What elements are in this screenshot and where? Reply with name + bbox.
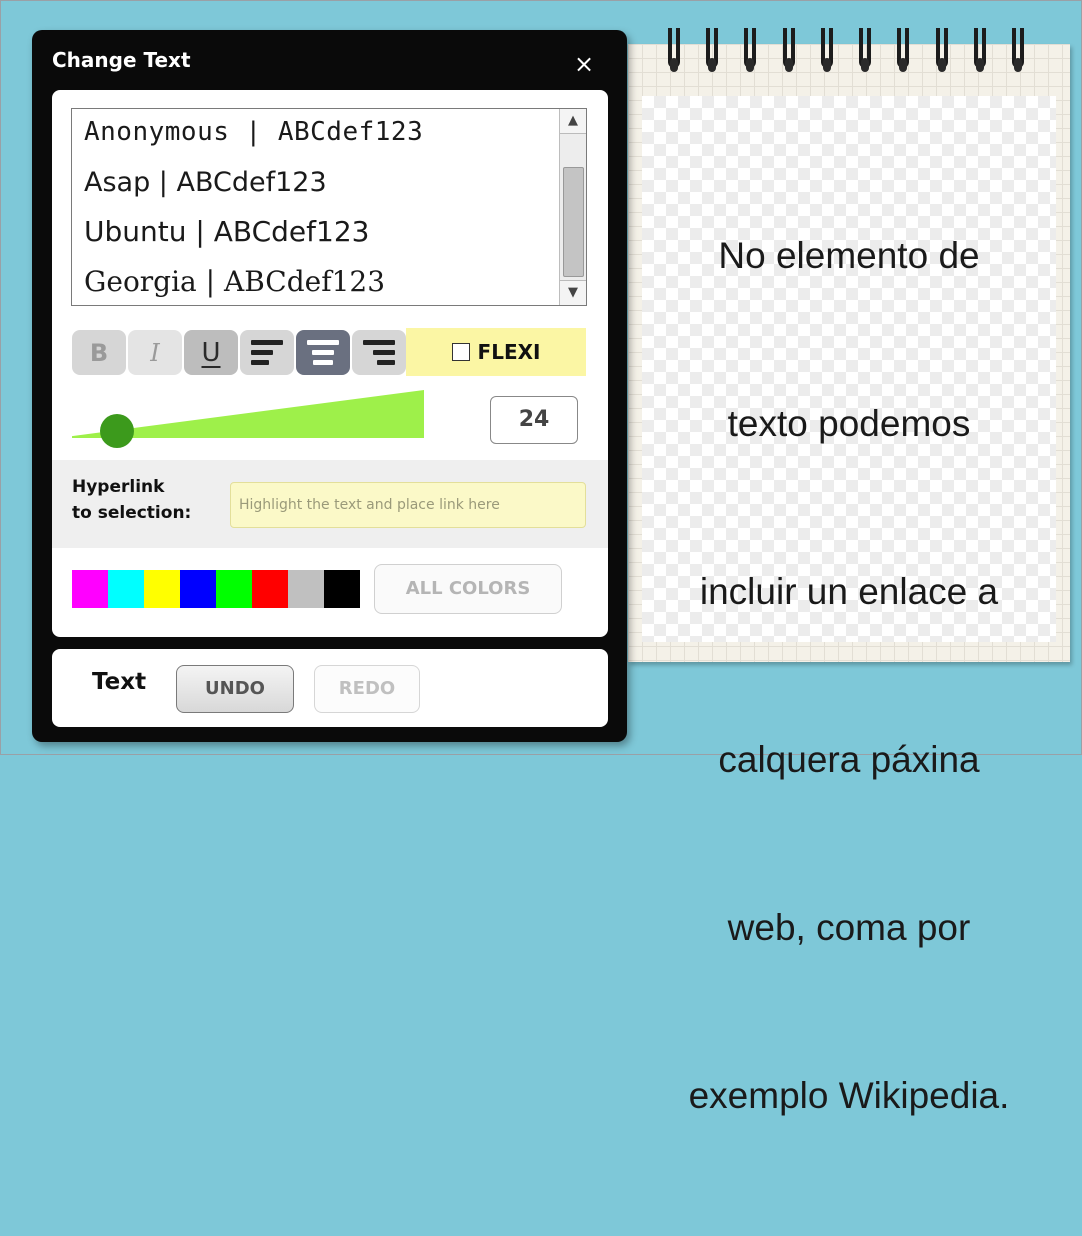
font-size-value[interactable]: 24 bbox=[490, 396, 578, 444]
color-swatch-blue[interactable] bbox=[180, 570, 216, 608]
font-option-asap[interactable]: Asap | ABCdef123 bbox=[84, 167, 327, 198]
redo-button[interactable]: REDO bbox=[314, 665, 420, 713]
scroll-thumb[interactable] bbox=[563, 167, 584, 277]
notepad-text-element[interactable]: No elemento de texto podemos incluir un … bbox=[628, 116, 1070, 1236]
hyperlink-label: Hyperlink to selection: bbox=[72, 474, 222, 526]
spiral-ring bbox=[781, 28, 797, 76]
font-list[interactable]: Anonymous | ABCdef123 Asap | ABCdef123 U… bbox=[71, 108, 587, 306]
hyperlink-section: Hyperlink to selection: bbox=[52, 460, 608, 548]
element-type-label: Text bbox=[92, 669, 147, 695]
color-swatch-magenta[interactable] bbox=[72, 570, 108, 608]
font-option-georgia[interactable]: Georgia | ABCdef123 bbox=[84, 265, 385, 298]
spiral-ring bbox=[704, 28, 720, 76]
bold-button[interactable]: B bbox=[72, 330, 126, 375]
spiral-ring bbox=[819, 28, 835, 76]
font-option-anonymous[interactable]: Anonymous | ABCdef123 bbox=[84, 117, 423, 147]
notepad-text-line: web, coma por bbox=[727, 907, 971, 948]
notepad-canvas: No elemento de texto podemos incluir un … bbox=[628, 28, 1070, 1116]
align-right-button[interactable] bbox=[352, 330, 406, 375]
flexi-toggle[interactable]: FLEXI bbox=[406, 328, 586, 376]
flexi-label: FLEXI bbox=[477, 340, 541, 364]
flexi-checkbox[interactable] bbox=[451, 343, 470, 361]
font-size-slider[interactable] bbox=[72, 390, 432, 450]
italic-button[interactable]: I bbox=[128, 330, 182, 375]
spiral-ring bbox=[666, 28, 682, 76]
notepad-text-line: texto podemos bbox=[727, 403, 971, 444]
color-swatch-black[interactable] bbox=[324, 570, 360, 608]
spiral-binding bbox=[666, 28, 1026, 78]
notepad-text-line: incluir un enlace a bbox=[699, 571, 999, 612]
scroll-up-icon[interactable]: ▲ bbox=[560, 109, 586, 134]
color-swatch-cyan[interactable] bbox=[108, 570, 144, 608]
notepad-text-line: exemplo Wikipedia. bbox=[688, 1075, 1010, 1116]
scroll-down-icon[interactable]: ▼ bbox=[560, 280, 586, 305]
dialog-title: Change Text bbox=[52, 48, 191, 72]
font-list-scrollbar[interactable]: ▲ ▼ bbox=[559, 109, 586, 305]
notepad-text-line: calquera páxina bbox=[718, 739, 980, 780]
hyperlink-label-line: Hyperlink bbox=[72, 477, 165, 497]
align-center-button[interactable] bbox=[296, 330, 350, 375]
spiral-ring bbox=[857, 28, 873, 76]
spiral-ring bbox=[895, 28, 911, 76]
spiral-ring bbox=[742, 28, 758, 76]
spiral-ring bbox=[934, 28, 950, 76]
close-icon[interactable]: × bbox=[570, 50, 598, 78]
color-swatches bbox=[72, 570, 360, 608]
align-left-icon bbox=[251, 340, 283, 365]
slider-thumb[interactable] bbox=[100, 414, 134, 448]
hyperlink-label-line: to selection: bbox=[72, 503, 192, 523]
underline-button[interactable]: U bbox=[184, 330, 238, 375]
hyperlink-input[interactable] bbox=[230, 482, 586, 528]
text-settings-panel: Anonymous | ABCdef123 Asap | ABCdef123 U… bbox=[52, 90, 608, 637]
align-left-button[interactable] bbox=[240, 330, 294, 375]
spiral-ring bbox=[972, 28, 988, 76]
undo-button[interactable]: UNDO bbox=[176, 665, 294, 713]
spiral-ring bbox=[1010, 28, 1026, 76]
align-center-icon bbox=[307, 340, 339, 365]
align-right-icon bbox=[363, 340, 395, 365]
color-swatch-gray[interactable] bbox=[288, 570, 324, 608]
underline-label: U bbox=[201, 337, 221, 368]
all-colors-button[interactable]: ALL COLORS bbox=[374, 564, 562, 614]
history-bar: Text UNDO REDO bbox=[52, 649, 608, 727]
font-option-ubuntu[interactable]: Ubuntu | ABCdef123 bbox=[84, 215, 369, 248]
notepad-text-line: No elemento de bbox=[718, 235, 980, 276]
color-swatch-red[interactable] bbox=[252, 570, 288, 608]
change-text-dialog: Change Text × Anonymous | ABCdef123 Asap… bbox=[32, 30, 627, 742]
color-swatch-yellow[interactable] bbox=[144, 570, 180, 608]
color-swatch-green[interactable] bbox=[216, 570, 252, 608]
